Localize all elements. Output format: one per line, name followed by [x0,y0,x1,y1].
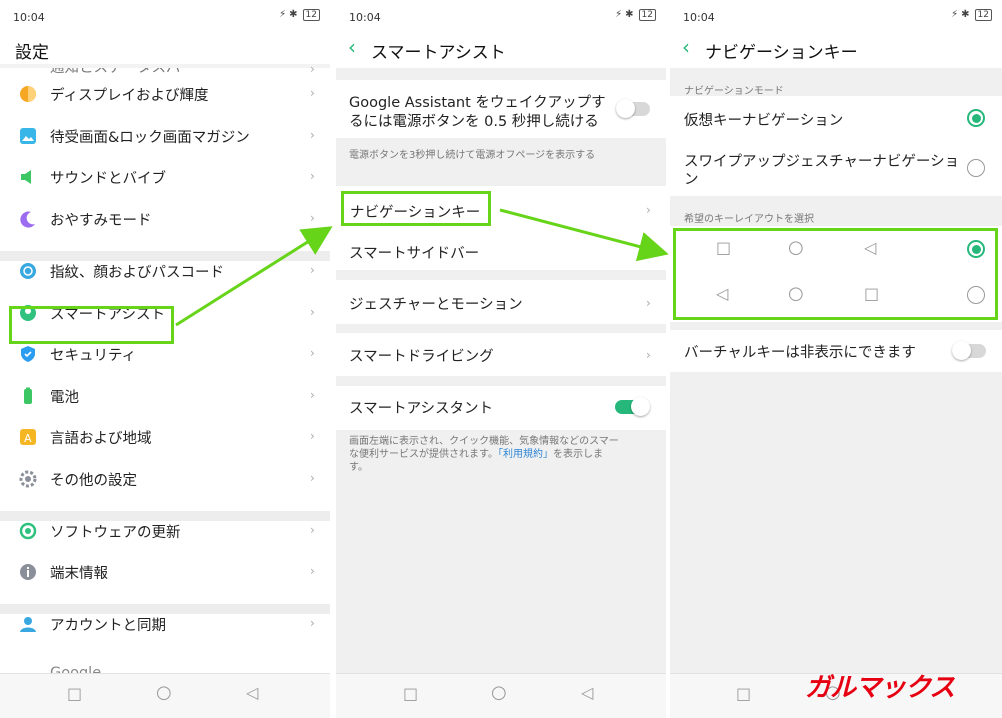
arrow-to-smart-assist [175,226,333,327]
annotation-arrows [175,208,669,327]
arrow-to-nav-keys [499,208,669,262]
